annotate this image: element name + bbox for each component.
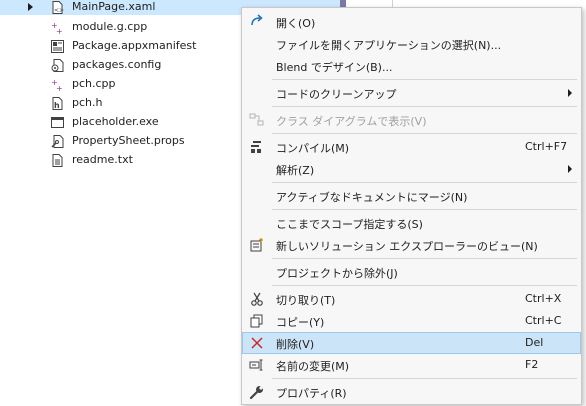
cpp-file-icon: + + (51, 21, 64, 36)
submenu-arrow-icon (568, 165, 572, 173)
cpp-file-icon: + + (51, 78, 64, 93)
compile-icon (249, 139, 265, 155)
menu-item-properties[interactable]: プロパティ(R) (242, 381, 581, 403)
file-name: module.g.cpp (72, 20, 148, 33)
menu-item-code-cleanup[interactable]: コードのクリーンアップ (242, 82, 581, 104)
file-name: pch.cpp (72, 77, 116, 90)
menu-item-view-class-diagram[interactable]: クラス ダイアグラムで表示(V) (242, 109, 581, 131)
expand-arrow-icon[interactable] (28, 3, 33, 11)
menu-separator (272, 285, 577, 286)
svg-text:+: + (56, 27, 63, 34)
menu-separator (272, 258, 577, 259)
props-file-icon (51, 135, 64, 148)
xaml-file-icon: <> (51, 1, 64, 14)
menu-item-analyze[interactable]: 解析(Z) (242, 158, 581, 180)
menu-separator (272, 378, 577, 379)
menu-item-open-with[interactable]: ファイルを開くアプリケーションの選択(N)... (242, 33, 581, 55)
text-file-icon (51, 154, 64, 167)
menu-item-design-in-blend[interactable]: Blend でデザイン(B)... (242, 55, 581, 77)
svg-text:<>: <> (54, 7, 64, 14)
menu-separator (272, 182, 577, 183)
exe-file-icon (51, 116, 64, 129)
header-file-icon: h (51, 97, 64, 110)
manifest-file-icon (51, 40, 64, 53)
menu-item-rename[interactable]: 名前の変更(M) F2 (242, 354, 581, 376)
context-menu: 開く(O) ファイルを開くアプリケーションの選択(N)... Blend でデザ… (241, 7, 582, 405)
config-file-icon (51, 59, 64, 72)
menu-item-open[interactable]: 開く(O) (242, 11, 581, 33)
menu-item-merge-active-document[interactable]: アクティブなドキュメントにマージ(N) (242, 185, 581, 207)
menu-item-exclude-from-project[interactable]: プロジェクトから除外(J) (242, 261, 581, 283)
svg-text:h: h (54, 101, 60, 110)
scissors-icon (249, 291, 265, 307)
wrench-icon (249, 384, 265, 400)
class-diagram-icon (249, 112, 265, 128)
file-name: PropertySheet.props (72, 134, 185, 147)
menu-item-cut[interactable]: 切り取り(T) Ctrl+X (242, 288, 581, 310)
copy-icon (249, 313, 265, 329)
menu-separator (272, 209, 577, 210)
file-name: packages.config (72, 58, 162, 71)
menu-separator (272, 106, 577, 107)
menu-item-compile[interactable]: コンパイル(M) Ctrl+F7 (242, 136, 581, 158)
file-name: readme.txt (72, 153, 133, 166)
menu-item-copy[interactable]: コピー(Y) Ctrl+C (242, 310, 581, 332)
delete-x-icon (249, 335, 265, 351)
new-view-icon (249, 237, 265, 253)
file-name: placeholder.exe (72, 115, 159, 128)
file-name: pch.h (72, 96, 103, 109)
menu-separator (272, 79, 577, 80)
open-arrow-icon (249, 14, 265, 30)
file-name: MainPage.xaml (72, 0, 156, 13)
file-name: Package.appxmanifest (72, 39, 197, 52)
rename-icon (249, 357, 265, 373)
menu-item-delete[interactable]: 削除(V) Del (242, 332, 581, 354)
svg-text:+: + (56, 84, 63, 91)
menu-separator (272, 133, 577, 134)
submenu-arrow-icon (568, 89, 572, 97)
menu-item-new-solution-explorer-view[interactable]: 新しいソリューション エクスプローラーのビュー(N) (242, 234, 581, 256)
menu-item-scope-to-this[interactable]: ここまでスコープ指定する(S) (242, 212, 581, 234)
